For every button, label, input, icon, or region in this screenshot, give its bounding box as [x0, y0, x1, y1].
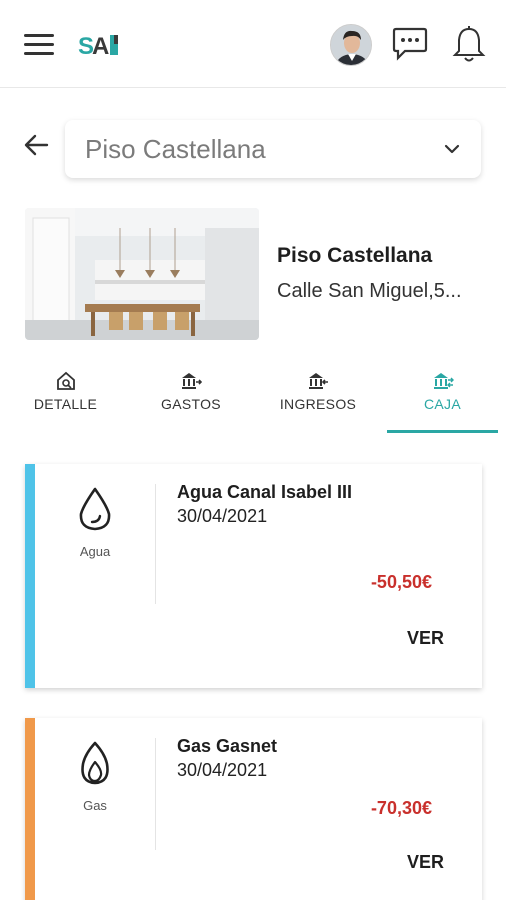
divider	[155, 738, 156, 850]
property-selector-value: Piso Castellana	[85, 134, 266, 164]
bank-out-icon	[182, 373, 202, 389]
category-color-stripe	[25, 464, 35, 688]
tab-caja[interactable]: CAJA	[395, 362, 490, 434]
ver-button[interactable]: VER	[407, 628, 444, 649]
app-logo: S A	[78, 33, 118, 60]
tab-label: GASTOS	[161, 396, 221, 412]
house-search-icon	[56, 371, 75, 390]
svg-text:A: A	[92, 33, 109, 60]
tab-ingresos[interactable]: INGRESOS	[268, 362, 368, 434]
property-name: Piso Castellana	[277, 244, 433, 267]
tab-label: INGRESOS	[279, 396, 357, 412]
property-selector[interactable]: Piso Castellana	[65, 120, 481, 178]
transaction-card: Gas Gas Gasnet 30/04/2021 -70,30€ VER	[25, 718, 482, 900]
property-address: Calle San Miguel,5...	[277, 280, 462, 302]
active-tab-indicator	[387, 430, 498, 433]
tab-bar: DETALLE GASTOS INGRESOS CAJA	[0, 362, 506, 434]
transaction-date: 30/04/2021	[177, 760, 268, 780]
chat-icon[interactable]	[391, 26, 429, 62]
tab-detalle[interactable]: DETALLE	[18, 362, 113, 434]
bank-transfer-icon	[433, 373, 454, 389]
menu-icon[interactable]	[24, 34, 54, 56]
property-photo	[25, 208, 259, 340]
chevron-down-icon	[444, 144, 460, 154]
ver-button[interactable]: VER	[407, 852, 444, 873]
water-drop-icon	[79, 487, 111, 531]
category-label: Agua	[79, 544, 111, 559]
tab-label: CAJA	[424, 396, 461, 412]
tab-label: DETALLE	[33, 396, 98, 412]
tab-gastos[interactable]: GASTOS	[145, 362, 237, 434]
transaction-amount: -50,50€	[370, 572, 432, 592]
back-arrow-icon[interactable]	[22, 130, 52, 160]
divider	[155, 484, 156, 604]
transaction-amount: -70,30€	[370, 798, 432, 818]
transaction-title: Agua Canal Isabel III	[177, 482, 353, 502]
transaction-title: Gas Gasnet	[177, 736, 278, 756]
transaction-card: Agua Agua Canal Isabel III 30/04/2021 -5…	[25, 464, 482, 688]
bell-icon[interactable]	[451, 24, 487, 64]
category-label: Gas	[83, 798, 107, 813]
category-color-stripe	[25, 718, 35, 900]
bank-in-icon	[309, 373, 328, 389]
user-avatar[interactable]	[330, 24, 372, 66]
gas-flame-icon	[81, 741, 109, 785]
top-bar: S A	[0, 0, 506, 88]
transaction-date: 30/04/2021	[177, 506, 268, 526]
